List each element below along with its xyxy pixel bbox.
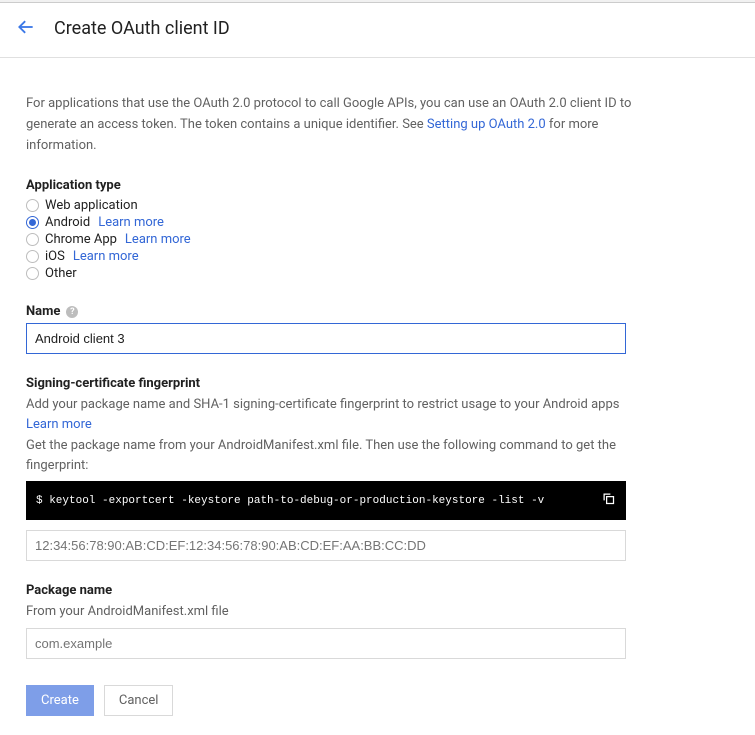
fingerprint-section: Signing-certificate fingerprint Add your… (26, 376, 634, 561)
page-title: Create OAuth client ID (54, 18, 230, 39)
learn-more-link[interactable]: Learn more (125, 232, 191, 247)
learn-more-link[interactable]: Learn more (98, 215, 164, 230)
learn-more-link[interactable]: Learn more (73, 249, 139, 264)
name-label-text: Name (26, 304, 60, 319)
actions: Create Cancel (26, 685, 634, 716)
app-type-label: Application type (26, 178, 634, 193)
radio-label: Android (45, 215, 90, 230)
radio-icon[interactable] (26, 233, 39, 246)
radio-label: Chrome App (45, 232, 117, 247)
keytool-command-block: $ keytool -exportcert -keystore path-to-… (26, 481, 626, 520)
copy-icon[interactable] (601, 491, 616, 510)
radio-icon[interactable] (26, 250, 39, 263)
radio-ios[interactable]: iOS Learn more (26, 248, 634, 265)
fingerprint-learn-more-link[interactable]: Learn more (26, 417, 92, 432)
package-label: Package name (26, 583, 634, 598)
cancel-button[interactable]: Cancel (104, 685, 174, 716)
setup-oauth-link[interactable]: Setting up OAuth 2.0 (427, 117, 546, 132)
package-input[interactable] (26, 628, 626, 659)
content: For applications that use the OAuth 2.0 … (0, 58, 660, 735)
radio-chrome-app[interactable]: Chrome App Learn more (26, 231, 634, 248)
command-prefix: $ (36, 495, 49, 507)
package-section: Package name From your AndroidManifest.x… (26, 583, 634, 659)
help-icon[interactable]: ? (66, 306, 78, 318)
app-type-radio-group: Web application Android Learn more Chrom… (26, 197, 634, 282)
radio-label: iOS (45, 249, 65, 264)
keytool-command: $ keytool -exportcert -keystore path-to-… (36, 495, 544, 507)
back-arrow-icon[interactable] (16, 17, 36, 41)
radio-icon[interactable] (26, 199, 39, 212)
radio-other[interactable]: Other (26, 265, 634, 282)
command-text: keytool -exportcert -keystore path-to-de… (49, 495, 544, 507)
fingerprint-helper: Add your package name and SHA-1 signing-… (26, 395, 634, 434)
fingerprint-input[interactable] (26, 530, 626, 561)
create-button[interactable]: Create (26, 685, 94, 716)
name-label: Name ? (26, 304, 634, 319)
header: Create OAuth client ID (0, 3, 755, 58)
radio-label: Web application (45, 198, 138, 213)
radio-android[interactable]: Android Learn more (26, 214, 634, 231)
fingerprint-helper-before: Add your package name and SHA-1 signing-… (26, 397, 619, 412)
name-input[interactable] (26, 323, 626, 354)
package-helper: From your AndroidManifest.xml file (26, 602, 634, 622)
fingerprint-helper2: Get the package name from your AndroidMa… (26, 436, 634, 475)
radio-icon[interactable] (26, 216, 39, 229)
fingerprint-label: Signing-certificate fingerprint (26, 376, 634, 391)
radio-web-application[interactable]: Web application (26, 197, 634, 214)
radio-label: Other (45, 266, 77, 281)
intro-text: For applications that use the OAuth 2.0 … (26, 94, 634, 156)
radio-icon[interactable] (26, 267, 39, 280)
